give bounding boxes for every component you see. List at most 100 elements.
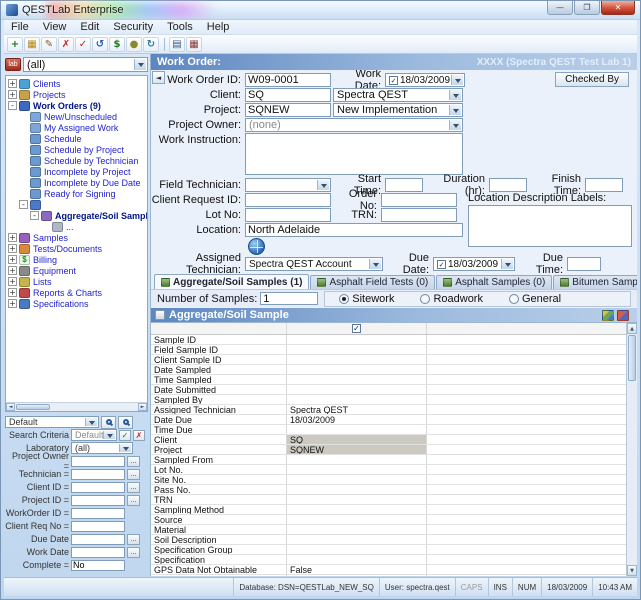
search-field-input-client-id[interactable] xyxy=(71,482,125,493)
tree-expander[interactable]: + xyxy=(8,288,17,297)
menu-edit[interactable]: Edit xyxy=(73,21,106,33)
collapse-panel-button[interactable]: ◄ xyxy=(152,71,165,84)
tree-scroll-thumb[interactable] xyxy=(16,404,50,410)
clear-criteria-button[interactable]: ✗ xyxy=(133,430,145,441)
tab-aggregate-soil-samples-1[interactable]: Aggregate/Soil Samples (1) xyxy=(154,274,309,289)
browse-button[interactable]: ... xyxy=(127,534,140,545)
browse-button[interactable]: ... xyxy=(127,482,140,493)
grid-value-cell[interactable] xyxy=(287,455,427,464)
due-date-checkbox[interactable]: ✓ xyxy=(437,260,446,269)
grid-value-cell[interactable]: Spectra QEST xyxy=(287,405,427,414)
tree-item-aggregate-soil-samples-1[interactable]: -Aggregate/Soil Samples (1) xyxy=(6,210,147,221)
tree-item-lists[interactable]: +Lists xyxy=(6,276,147,287)
map-globe-icon[interactable] xyxy=(248,238,265,255)
tree-item-equipment[interactable]: +Equipment xyxy=(6,265,147,276)
browse-button[interactable]: ... xyxy=(127,547,140,558)
select-sample-checkbox[interactable]: ✓ xyxy=(352,324,361,333)
tree-item-specifications[interactable]: +Specifications xyxy=(6,298,147,309)
finish-time-input[interactable] xyxy=(585,178,623,192)
tab-bitumen-samples-0[interactable]: Bitumen Samples (0) xyxy=(553,275,637,289)
grid-view-icon[interactable]: ▤ xyxy=(169,37,185,52)
grid-value-cell[interactable] xyxy=(287,375,427,384)
tree-item-my-assigned-work[interactable]: +My Assigned Work xyxy=(6,122,147,133)
grid-scroll-thumb[interactable] xyxy=(628,335,636,381)
radio-button[interactable] xyxy=(339,294,349,304)
tree-item-work-order[interactable]: - xyxy=(6,199,147,210)
search-field-input-workorder-id[interactable] xyxy=(71,508,125,519)
scroll-down-button[interactable]: ▼ xyxy=(627,565,637,576)
sign-off-icon[interactable]: ✓ xyxy=(75,37,91,52)
due-date-picker[interactable]: ✓ 18/03/2009 xyxy=(433,257,515,271)
tree-item-reports-charts[interactable]: +Reports & Charts xyxy=(6,287,147,298)
tree-expander[interactable]: + xyxy=(8,266,17,275)
grid-value-cell[interactable] xyxy=(287,425,427,434)
scroll-up-button[interactable]: ▲ xyxy=(627,323,637,334)
laboratory-select[interactable]: (all) xyxy=(71,442,133,454)
tree-expander[interactable]: + xyxy=(8,79,17,88)
tree-expander[interactable]: + xyxy=(8,255,17,264)
minimize-button[interactable]: — xyxy=(547,1,573,15)
tree-item-billing[interactable]: +$Billing xyxy=(6,254,147,265)
tree-expander[interactable]: + xyxy=(8,299,17,308)
tab-asphalt-samples-0[interactable]: Asphalt Samples (0) xyxy=(436,275,552,289)
lot-no-input[interactable] xyxy=(245,208,331,222)
maximize-button[interactable]: ❒ xyxy=(574,1,600,15)
search-field-input-technician[interactable] xyxy=(71,469,125,480)
grid-value-cell[interactable] xyxy=(287,545,427,554)
search-criteria-select[interactable]: Default xyxy=(71,429,117,441)
work-instruction-textarea[interactable] xyxy=(245,133,463,175)
tree-item-incomplete-by-due-date[interactable]: +Incomplete by Due Date xyxy=(6,177,147,188)
tree-item-item[interactable]: +... xyxy=(6,221,147,232)
grid-value-cell[interactable] xyxy=(287,465,427,474)
billing-icon[interactable]: $ xyxy=(109,37,125,52)
undo-icon[interactable]: ↺ xyxy=(92,37,108,52)
radio-button[interactable] xyxy=(420,294,430,304)
project-code-input[interactable] xyxy=(245,103,331,117)
open-work-order-icon[interactable]: ▦ xyxy=(24,37,40,52)
duration-input[interactable] xyxy=(489,178,527,192)
grid-value-cell[interactable] xyxy=(287,575,427,576)
apply-criteria-button[interactable]: ✓ xyxy=(119,430,131,441)
advanced-search-button[interactable] xyxy=(118,416,133,429)
tree-item-incomplete-by-project[interactable]: +Incomplete by Project xyxy=(6,166,147,177)
radio-roadwork[interactable]: Roadwork xyxy=(420,293,483,305)
grid-value-cell[interactable] xyxy=(287,495,427,504)
grid-scroll-track[interactable] xyxy=(627,334,637,565)
tree-expander[interactable]: - xyxy=(8,101,17,110)
tree-item-tests-documents[interactable]: +Tests/Documents xyxy=(6,243,147,254)
tree-horizontal-scrollbar[interactable]: ◄ ► xyxy=(6,402,147,411)
grid-value-cell[interactable] xyxy=(287,485,427,494)
location-input[interactable] xyxy=(245,223,463,237)
tree-item-schedule-by-project[interactable]: +Schedule by Project xyxy=(6,144,147,155)
tree-expander[interactable]: + xyxy=(8,233,17,242)
menu-file[interactable]: File xyxy=(4,21,36,33)
tree-expander[interactable]: + xyxy=(8,244,17,253)
grid-value-cell[interactable] xyxy=(287,475,427,484)
tree-item-projects[interactable]: +Projects xyxy=(6,89,147,100)
grid-value-cell[interactable] xyxy=(287,395,427,404)
grid-vertical-scrollbar[interactable]: ▲ ▼ xyxy=(626,323,637,576)
new-work-order-icon[interactable]: + xyxy=(7,37,23,52)
column-chooser-icon[interactable] xyxy=(602,310,614,321)
delete-icon[interactable]: ✗ xyxy=(58,37,74,52)
grid-value-cell[interactable] xyxy=(287,385,427,394)
close-button[interactable]: ✕ xyxy=(601,1,635,15)
grid-value-cell[interactable]: 18/03/2009 xyxy=(287,415,427,424)
tab-asphalt-field-tests-0[interactable]: Asphalt Field Tests (0) xyxy=(310,275,435,289)
browse-button[interactable]: ... xyxy=(127,495,140,506)
radio-general[interactable]: General xyxy=(509,293,561,305)
grid-value-cell[interactable] xyxy=(287,515,427,524)
tree-item-clients[interactable]: +Clients xyxy=(6,78,147,89)
trn-input[interactable] xyxy=(381,208,457,222)
start-time-input[interactable] xyxy=(385,178,423,192)
grid-value-cell[interactable] xyxy=(287,535,427,544)
refresh-icon[interactable]: ↻ xyxy=(143,37,159,52)
work-date-picker[interactable]: ✓ 18/03/2009 xyxy=(385,73,465,87)
search-field-input-due-date[interactable] xyxy=(71,534,125,545)
tree-item-schedule-by-technician[interactable]: +Schedule by Technician xyxy=(6,155,147,166)
search-field-input-work-date[interactable] xyxy=(71,547,125,558)
due-time-input[interactable] xyxy=(567,257,601,271)
menu-security[interactable]: Security xyxy=(106,21,160,33)
tree-expander[interactable]: + xyxy=(8,277,17,286)
lab-filter-select[interactable]: (all) xyxy=(23,57,148,72)
